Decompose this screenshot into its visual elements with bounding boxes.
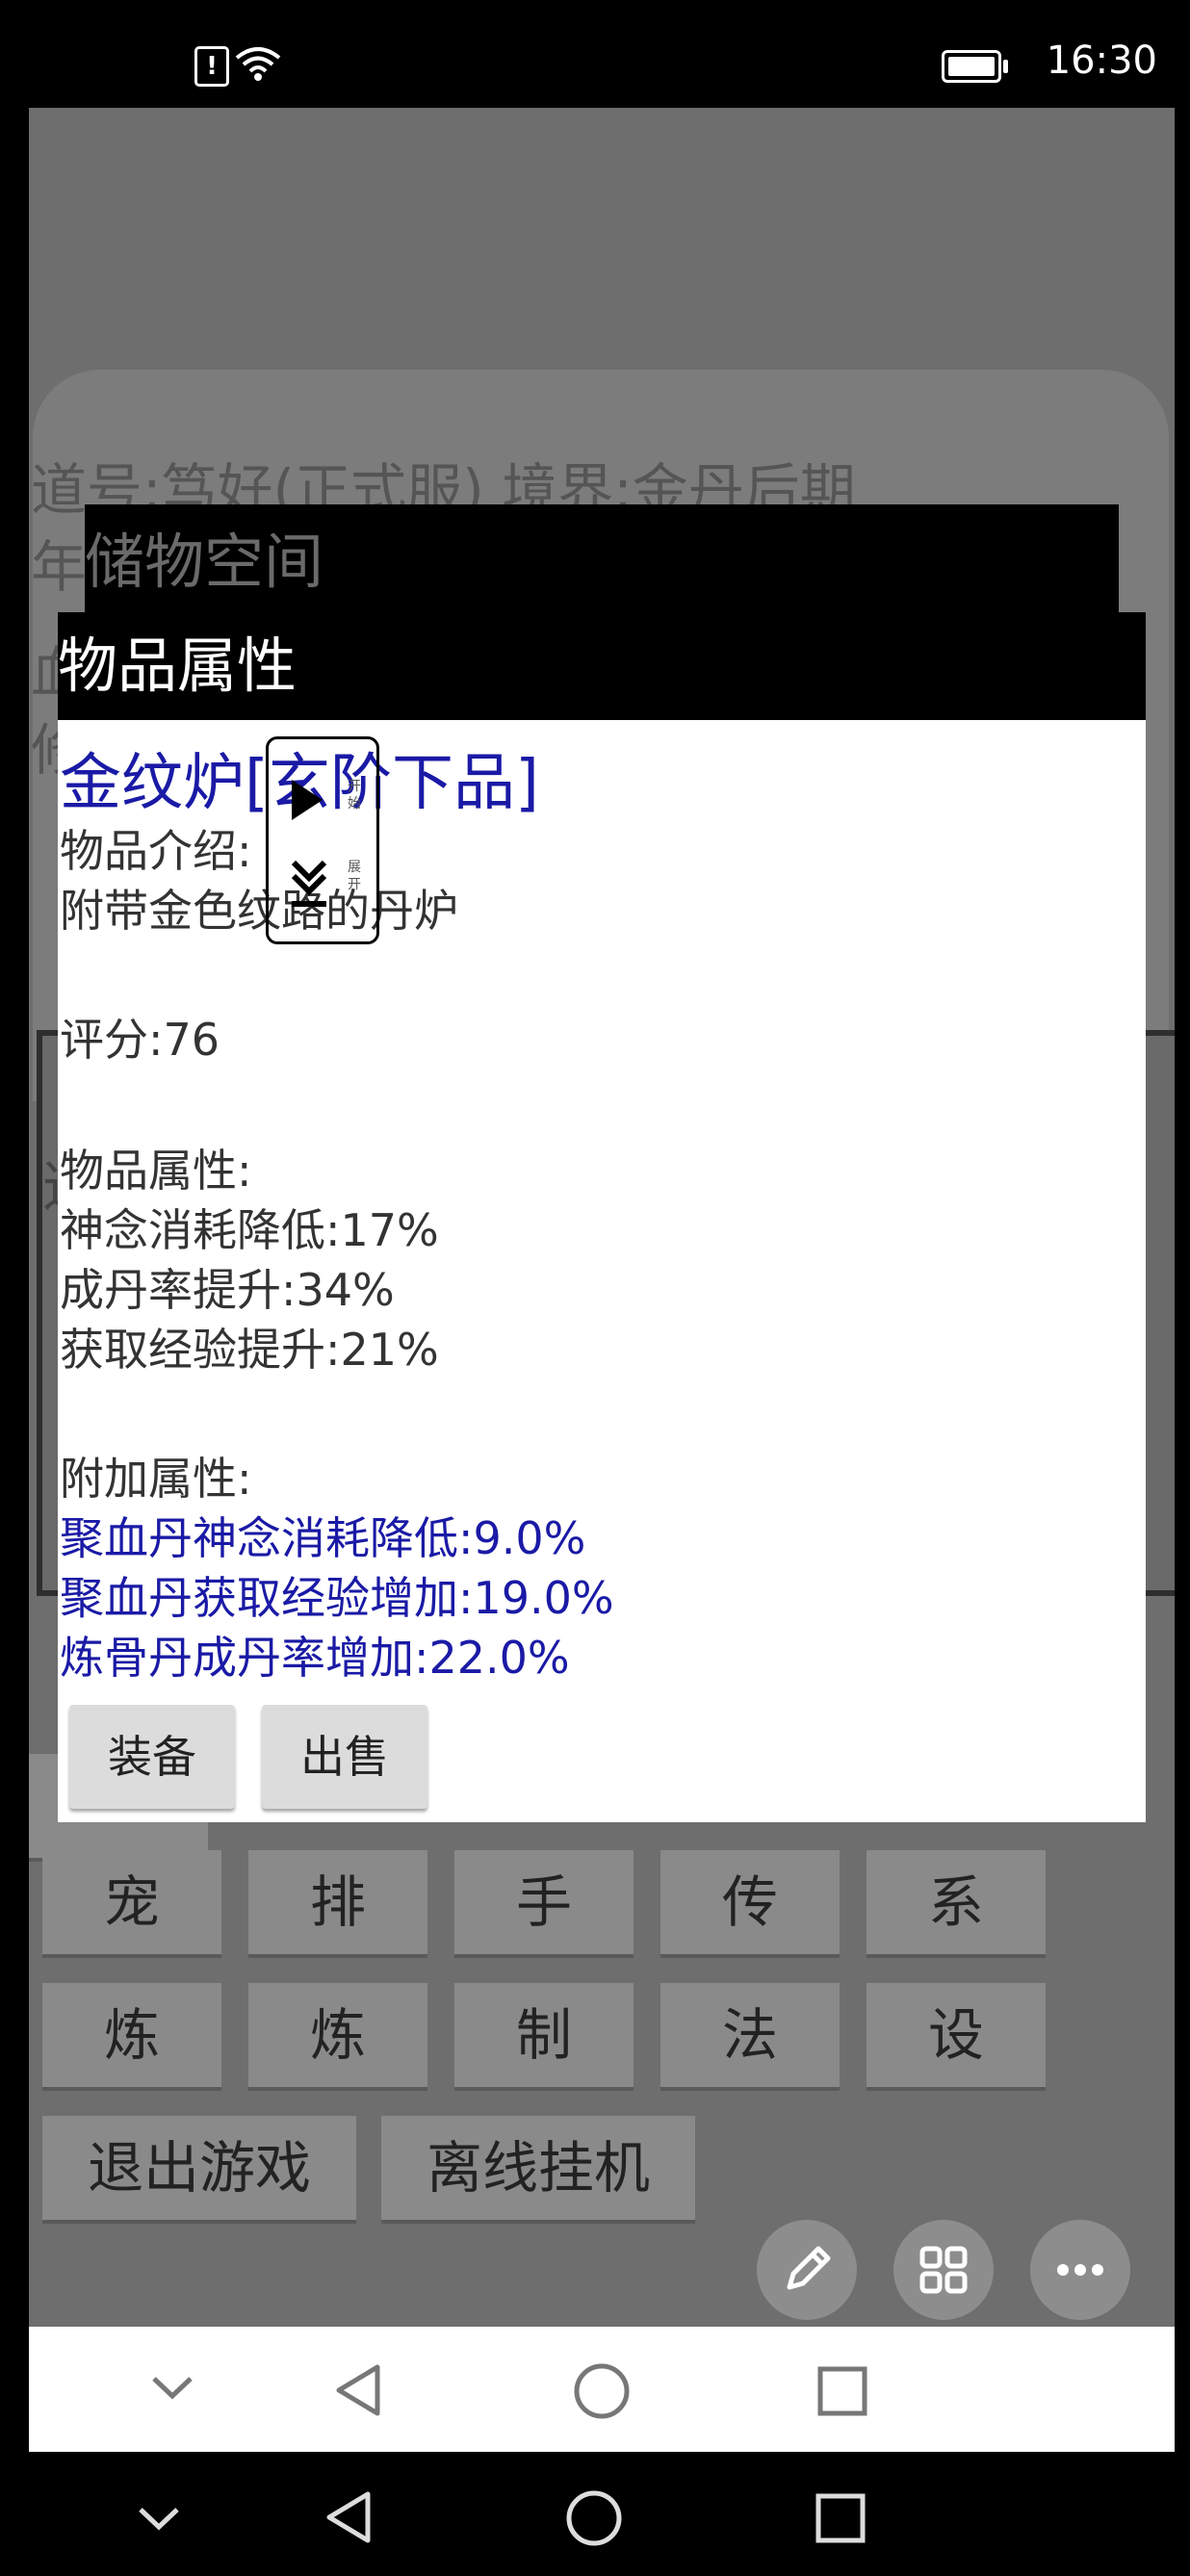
extra-attributes-label: 附加属性: — [60, 1453, 252, 1505]
system-navigation-bar — [0, 2452, 1190, 2576]
grid-button-skill[interactable]: 法 — [660, 1983, 840, 2091]
sim-alert-icon: ! — [194, 46, 229, 87]
chevron-down-icon[interactable] — [150, 2371, 194, 2406]
background-text: 年 — [31, 534, 88, 600]
grid-button-hand[interactable]: 手 — [454, 1850, 634, 1958]
pencil-icon — [787, 2246, 831, 2290]
home-icon[interactable] — [564, 2488, 624, 2548]
intro-text: 附带金色纹路的丹炉 — [60, 885, 458, 937]
grid-button-pet[interactable]: 宠 — [42, 1850, 221, 1958]
wifi-icon — [235, 47, 281, 81]
dialog-title: 物品属性 — [58, 612, 1146, 720]
grid-button-system[interactable]: 系 — [867, 1850, 1046, 1958]
attribute-line: 神念消耗降低:17% — [60, 1204, 439, 1256]
sell-button[interactable]: 出售 — [262, 1705, 427, 1809]
start-label: 开始 — [348, 779, 361, 811]
score: 评分:76 — [60, 1014, 220, 1066]
floating-control[interactable]: 开始 展开 — [266, 736, 379, 944]
battery-icon — [942, 50, 1008, 83]
more-dots-icon — [1057, 2264, 1103, 2276]
extra-attribute-line: 炼骨丹成丹率增加:22.0% — [60, 1632, 570, 1684]
chevron-down-icon[interactable] — [288, 855, 330, 913]
offline-idle-button[interactable]: 离线挂机 — [381, 2116, 695, 2224]
grid-button-refine[interactable]: 炼 — [42, 1983, 221, 2091]
app-navigation-bar — [29, 2327, 1175, 2452]
exit-game-button[interactable]: 退出游戏 — [42, 2116, 356, 2224]
recents-icon[interactable] — [815, 2492, 867, 2544]
attributes-label: 物品属性: — [60, 1145, 252, 1197]
grid-button-settings[interactable]: 设 — [867, 1983, 1046, 2091]
grid-fab[interactable] — [893, 2220, 994, 2320]
status-bar: ! 16:30 — [0, 0, 1190, 108]
play-icon[interactable] — [288, 776, 326, 824]
extra-attribute-line: 聚血丹神念消耗降低:9.0% — [60, 1512, 586, 1564]
recents-icon[interactable] — [816, 2365, 868, 2417]
storage-space-bar: 储物空间 — [85, 504, 1119, 616]
extra-attribute-line: 聚血丹获取经验增加:19.0% — [60, 1572, 614, 1624]
attribute-line: 成丹率提升:34% — [60, 1264, 395, 1316]
back-icon[interactable] — [322, 2488, 375, 2546]
item-attributes-dialog: 金纹炉[玄阶下品] 物品介绍: 附带金色纹路的丹炉 评分:76 物品属性: 神念… — [58, 720, 1146, 1822]
chevron-down-icon[interactable] — [137, 2502, 181, 2537]
edit-fab[interactable] — [757, 2220, 857, 2320]
equip-button[interactable]: 装备 — [69, 1705, 235, 1809]
intro-label: 物品介绍: — [60, 825, 252, 877]
more-fab[interactable] — [1030, 2220, 1130, 2320]
back-icon[interactable] — [331, 2361, 385, 2419]
grid-button-rank[interactable]: 排 — [248, 1850, 427, 1958]
grid-button-craft[interactable]: 制 — [454, 1983, 634, 2091]
home-icon[interactable] — [572, 2361, 632, 2421]
expand-label: 展开 — [348, 860, 361, 892]
grid-button-refine-2[interactable]: 炼 — [248, 1983, 427, 2091]
status-time: 16:30 — [1046, 39, 1157, 83]
attribute-line: 获取经验提升:21% — [60, 1324, 439, 1376]
grid-button-teleport[interactable]: 传 — [660, 1850, 840, 1958]
grid-icon — [919, 2246, 968, 2294]
